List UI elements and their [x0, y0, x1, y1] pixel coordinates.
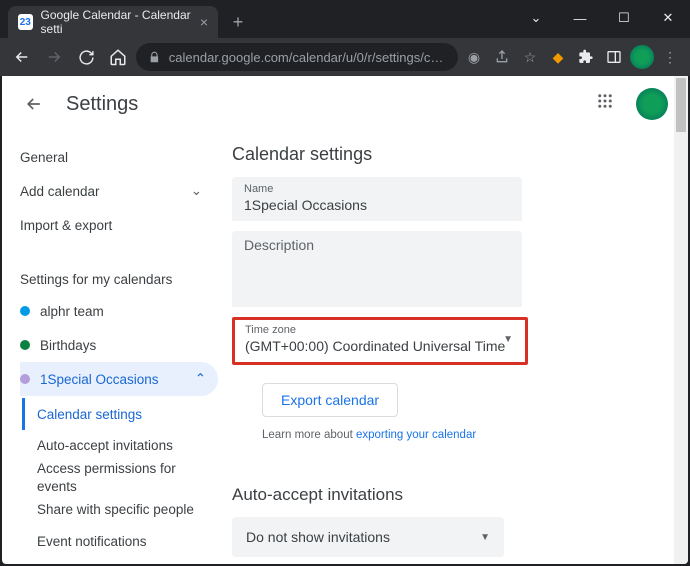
reload-icon[interactable]: [72, 43, 100, 71]
sidebar-item-add-calendar[interactable]: Add calendar ⌄: [20, 174, 218, 208]
sidebar-item-label: Event notifications: [37, 533, 147, 551]
sidebar-sub-access-permissions[interactable]: Access permissions for events: [37, 462, 218, 494]
share-icon[interactable]: [490, 45, 514, 69]
sidebar-item-import-export[interactable]: Import & export: [20, 208, 218, 242]
export-calendar-button[interactable]: Export calendar: [262, 383, 398, 417]
minimize-icon[interactable]: ―: [558, 11, 602, 26]
field-label: Time zone: [245, 324, 515, 336]
address-bar[interactable]: calendar.google.com/calendar/u/0/r/setti…: [136, 43, 458, 71]
url-text: calendar.google.com/calendar/u/0/r/setti…: [169, 50, 446, 65]
back-icon[interactable]: [8, 43, 36, 71]
export-hint: Learn more about exporting your calendar: [262, 429, 664, 441]
color-dot-icon: [20, 340, 30, 350]
favicon-icon: 23: [18, 14, 33, 30]
extensions-icon[interactable]: [574, 45, 598, 69]
new-tab-button[interactable]: +: [224, 8, 252, 36]
caret-down-icon: ▼: [503, 334, 513, 345]
sidebar-item-label: alphr team: [40, 304, 104, 319]
sidebar-calendar-special[interactable]: 1Special Occasions ⌃: [20, 362, 218, 396]
close-window-icon[interactable]: ✕: [646, 10, 690, 26]
eye-icon[interactable]: ◉: [462, 45, 486, 69]
sidebar-item-label: Access permissions for events: [37, 460, 208, 495]
sidebar-sub-auto-accept[interactable]: Auto-accept invitations: [37, 430, 218, 462]
sidebar-item-label: Share with specific people: [37, 501, 194, 519]
color-dot-icon: [20, 306, 30, 316]
sidebar-sub-calendar-settings[interactable]: Calendar settings: [37, 398, 218, 430]
forward-icon: [40, 43, 68, 71]
settings-sidebar: General Add calendar ⌄ Import & export S…: [2, 132, 218, 564]
sidebar-item-label: Import & export: [20, 218, 112, 233]
apps-grid-icon[interactable]: [596, 92, 620, 116]
lock-icon: [148, 51, 161, 64]
sidebar-item-label: Add calendar: [20, 184, 100, 199]
maximize-icon[interactable]: ☐: [602, 10, 646, 26]
scrollbar[interactable]: [674, 76, 688, 564]
sidebar-item-label: General: [20, 150, 68, 165]
sidebar-group-title: Settings for my calendars: [20, 264, 218, 294]
field-label: Description: [244, 237, 510, 253]
caret-down-icon: ▼: [480, 532, 490, 543]
bookmark-star-icon[interactable]: ☆: [518, 45, 542, 69]
scrollbar-thumb[interactable]: [676, 78, 686, 132]
field-value: 1Special Occasions: [244, 197, 510, 213]
sidebar-calendar-alphr[interactable]: alphr team: [20, 294, 218, 328]
extension-fox-icon[interactable]: ◆: [546, 45, 570, 69]
select-value: Do not show invitations: [246, 529, 390, 545]
sidebar-sub-share[interactable]: Share with specific people: [37, 494, 218, 526]
sidebar-item-general[interactable]: General: [20, 140, 218, 174]
sidebar-sub-event-notifications[interactable]: Event notifications: [37, 526, 218, 558]
sidebar-item-label: Auto-accept invitations: [37, 437, 173, 455]
field-value: (GMT+00:00) Coordinated Universal Time: [245, 338, 515, 354]
button-label: Export calendar: [281, 392, 379, 408]
sidebar-calendar-birthdays[interactable]: Birthdays: [20, 328, 218, 362]
color-dot-icon: [20, 374, 30, 384]
field-label: Name: [244, 183, 510, 195]
description-field[interactable]: Description: [232, 231, 522, 307]
settings-back-button[interactable]: [22, 92, 46, 116]
tab-title: Google Calendar - Calendar setti: [41, 8, 200, 36]
hint-text: Learn more about: [262, 429, 356, 441]
page-title: Settings: [66, 93, 138, 116]
kebab-menu-icon[interactable]: ⋮: [658, 45, 682, 69]
chevron-up-icon: ⌃: [195, 371, 206, 387]
tab-close-icon[interactable]: ×: [200, 14, 208, 30]
sidebar-item-label: Birthdays: [40, 338, 96, 353]
section-title-auto-accept: Auto-accept invitations: [232, 485, 664, 505]
main-panel: Calendar settings Name 1Special Occasion…: [218, 132, 688, 564]
browser-tab[interactable]: 23 Google Calendar - Calendar setti ×: [8, 6, 218, 38]
side-panel-icon[interactable]: [602, 45, 626, 69]
timezone-select[interactable]: Time zone (GMT+00:00) Coordinated Univer…: [232, 317, 528, 365]
section-title-calendar-settings: Calendar settings: [232, 144, 664, 165]
account-avatar[interactable]: [636, 88, 668, 120]
profile-avatar-icon[interactable]: [630, 45, 654, 69]
export-help-link[interactable]: exporting your calendar: [356, 429, 476, 441]
sidebar-item-label: Calendar settings: [37, 407, 142, 422]
chevron-down-icon[interactable]: ⌄: [514, 10, 558, 26]
name-field[interactable]: Name 1Special Occasions: [232, 177, 522, 221]
home-icon[interactable]: [104, 43, 132, 71]
auto-accept-select[interactable]: Do not show invitations ▼: [232, 517, 504, 557]
chevron-down-icon: ⌄: [191, 183, 202, 199]
sidebar-item-label: 1Special Occasions: [40, 372, 159, 387]
